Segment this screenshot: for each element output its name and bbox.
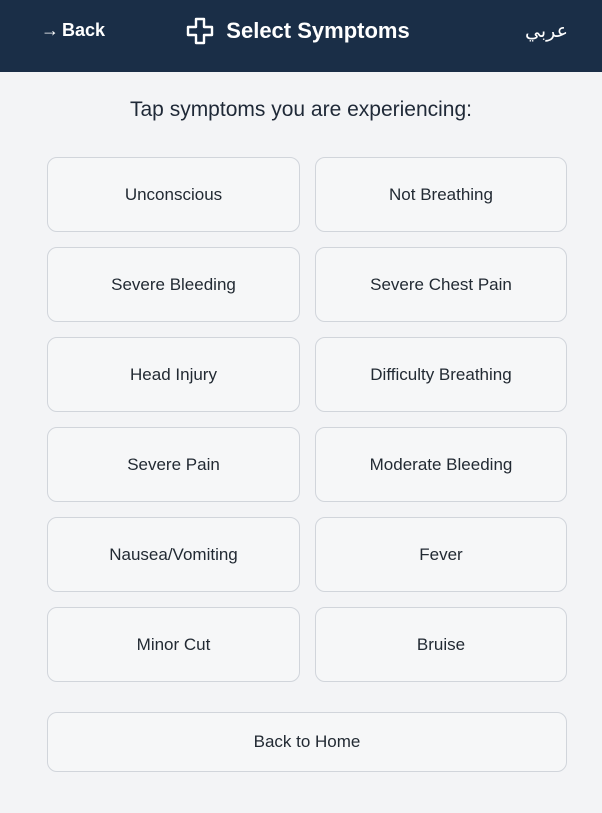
symptom-button-minor-cut[interactable]: Minor Cut [47,607,300,682]
symptom-button-nausea-vomiting[interactable]: Nausea/Vomiting [47,517,300,592]
symptom-grid: Unconscious Not Breathing Severe Bleedin… [47,157,567,682]
symptom-button-severe-pain[interactable]: Severe Pain [47,427,300,502]
symptom-button-fever[interactable]: Fever [315,517,567,592]
symptom-button-severe-bleeding[interactable]: Severe Bleeding [47,247,300,322]
page-title: Select Symptoms [226,18,410,43]
symptom-button-severe-chest-pain[interactable]: Severe Chest Pain [315,247,567,322]
top-bar: → Back Select Symptoms عربي [0,0,602,72]
symptom-button-not-breathing[interactable]: Not Breathing [315,157,567,232]
symptom-button-head-injury[interactable]: Head Injury [47,337,300,412]
symptom-button-difficulty-breathing[interactable]: Difficulty Breathing [315,337,567,412]
symptom-button-bruise[interactable]: Bruise [315,607,567,682]
medical-cross-icon [187,17,214,45]
instruction-text: Tap symptoms you are experiencing: [130,98,472,121]
language-toggle[interactable]: عربي [525,19,568,43]
symptom-button-unconscious[interactable]: Unconscious [47,157,300,232]
back-to-home-button[interactable]: Back to Home [47,712,567,772]
symptom-button-moderate-bleeding[interactable]: Moderate Bleeding [315,427,567,502]
page-title-group: Select Symptoms [0,16,602,46]
